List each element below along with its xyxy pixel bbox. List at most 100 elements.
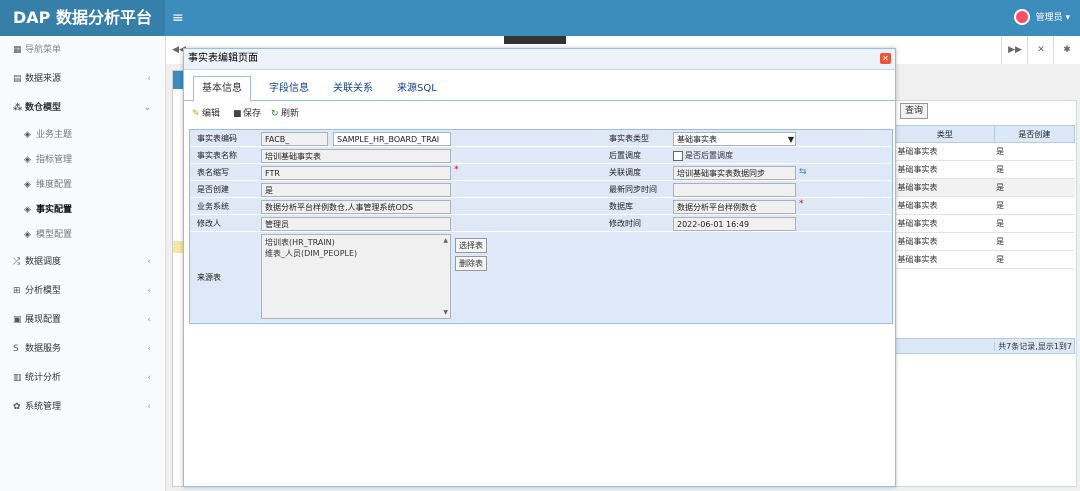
chevron-icon: ‹ (147, 74, 151, 84)
sitemap-icon: ⊞ (13, 286, 21, 296)
table-row[interactable]: 基础事实表是 (895, 142, 1075, 161)
layout-icon: ▣ (13, 315, 22, 325)
source-tables-list[interactable]: 培训表(HR_TRAIN) 维表_人员(DIM_PEOPLE) ▲ ▼ (261, 234, 451, 319)
background-grid: 类型 是否创建 基础事实表是 基础事实表是 基础事实表是 基础事实表是 基础事实… (895, 125, 1076, 269)
grid-header-created[interactable]: 是否创建 (993, 125, 1076, 143)
user-menu[interactable]: 管理员 ▾ (1013, 0, 1070, 36)
table-row[interactable]: 基础事实表是 (895, 160, 1075, 179)
name-label: 事实表名称 (197, 151, 237, 160)
chevron-icon: ‹ (147, 373, 151, 383)
database-icon: ▤ (13, 74, 22, 84)
basic-info-form: 事实表编码 事实表名称 表名缩写 是否创建 业务系统 修改人 来源表 FACB_… (189, 129, 893, 324)
sidebar-subitem-models[interactable]: ◈ 模型配置 (0, 223, 165, 248)
created-field[interactable]: 是 (261, 183, 451, 197)
modify-time-field[interactable]: 2022-06-01 16:49 (673, 217, 796, 231)
dialog-title-bar: 事实表编辑页面 ✕ (184, 49, 895, 70)
sidebar-item-analysis-model[interactable]: ⊞ 分析模型 ‹ (0, 277, 165, 306)
gear-icon: ✿ (13, 402, 21, 412)
list-item[interactable]: 培训表(HR_TRAIN) (265, 237, 447, 248)
system-field[interactable]: 数据分析平台样例数仓,人事管理系统ODS (261, 200, 451, 214)
sidebar-item-system-admin[interactable]: ✿ 系统管理 ‹ (0, 393, 165, 422)
edit-button[interactable]: ✎ 编辑 (192, 105, 220, 123)
refresh-icon: ↻ (271, 109, 279, 119)
created-label: 是否创建 (197, 185, 229, 194)
sidebar-item-datasource[interactable]: ▤ 数据来源 ‹ (0, 65, 165, 94)
modifier-label: 修改人 (197, 219, 221, 228)
system-label: 业务系统 (197, 202, 229, 211)
share-icon: ⁂ (13, 103, 23, 113)
nav-menu-title: ▦ 导航菜单 (0, 36, 165, 65)
grid-paging-info: 共7条记录,显示1到7 (895, 338, 1075, 354)
refresh-button[interactable]: ↻ 刷新 (271, 105, 299, 123)
sidebar-item-warehouse-model[interactable]: ⁂ 数仓模型 ⌄ (0, 94, 165, 123)
sidebar-subitem-business-theme[interactable]: ◈ 业务主题 (0, 123, 165, 148)
sidebar-item-data-service[interactable]: S 数据服务 ‹ (0, 335, 165, 364)
source-label: 来源表 (197, 273, 221, 282)
chevron-icon: ‹ (147, 286, 151, 296)
fact-table-edit-dialog: 事实表编辑页面 ✕ 基本信息 字段信息 关联关系 来源SQL ✎ 编辑 ■保存 ↻… (183, 48, 896, 487)
required-marker: * (454, 165, 459, 175)
related-schedule-field[interactable]: 培训基础事实表数据同步 (673, 166, 796, 180)
chevron-icon: ‹ (147, 315, 151, 325)
code-field[interactable]: SAMPLE_HR_BOARD_TRAI (333, 132, 451, 146)
sidebar-item-statistics[interactable]: ▥ 统计分析 ‹ (0, 364, 165, 393)
scroll-up-icon[interactable]: ▲ (443, 237, 448, 244)
app-logo: DAP 数据分析平台 (0, 0, 165, 36)
scroll-down-icon[interactable]: ▼ (443, 309, 448, 316)
dialog-title: 事实表编辑页面 (188, 53, 258, 64)
tab-basic-info[interactable]: 基本信息 (193, 76, 251, 102)
name-field[interactable]: 培训基础事实表 (261, 149, 451, 163)
fullscreen-icon[interactable]: ✕ (1027, 36, 1054, 64)
link-icon[interactable]: ⇆ (799, 167, 807, 177)
tab-source-sql[interactable]: 来源SQL (389, 77, 445, 100)
save-icon: ■ (233, 109, 242, 119)
bar-chart-icon: ▥ (13, 373, 22, 383)
scroll-right-icon[interactable]: ▶▶ (1001, 36, 1028, 64)
grid-icon: ▦ (13, 45, 22, 55)
select-table-button[interactable]: 选择表 (455, 238, 487, 253)
table-row[interactable]: 基础事实表是 (895, 196, 1075, 215)
tag-icon: ◈ (24, 130, 31, 140)
dialog-tabs: 基本信息 字段信息 关联关系 来源SQL (184, 70, 895, 102)
sidebar-subitem-facts[interactable]: ◈ 事实配置 (0, 198, 165, 223)
shuffle-icon: ⤮ (13, 257, 21, 267)
table-row[interactable]: 基础事实表是 (895, 214, 1075, 233)
table-row[interactable]: 基础事实表是 (895, 232, 1075, 251)
code-label: 事实表编码 (197, 134, 237, 143)
modifier-field[interactable]: 管理员 (261, 217, 451, 231)
sidebar-item-display-config[interactable]: ▣ 展现配置 ‹ (0, 306, 165, 335)
required-marker: * (799, 199, 804, 209)
sidebar-item-scheduling[interactable]: ⤮ 数据调度 ‹ (0, 248, 165, 277)
active-page-tab[interactable] (504, 36, 566, 44)
tab-field-info[interactable]: 字段信息 (261, 77, 317, 100)
table-row[interactable]: 基础事实表是 (895, 178, 1075, 197)
grid-header-type[interactable]: 类型 (895, 125, 995, 143)
chevron-icon: ‹ (147, 402, 151, 412)
list-item[interactable]: 维表_人员(DIM_PEOPLE) (265, 248, 447, 259)
sidebar-subitem-metrics[interactable]: ◈ 指标管理 (0, 148, 165, 173)
tab-options-icon[interactable]: ✱ (1053, 36, 1080, 64)
sidebar-subitem-dimensions[interactable]: ◈ 维度配置 (0, 173, 165, 198)
related-schedule-label: 关联调度 (609, 168, 641, 177)
tag-icon: ◈ (24, 230, 31, 240)
type-select[interactable]: 基础事实表 ▼ (673, 132, 796, 146)
code-prefix-field[interactable]: FACB_ (261, 132, 328, 146)
save-button[interactable]: ■保存 (233, 105, 261, 123)
table-row[interactable]: 基础事实表是 (895, 250, 1075, 269)
database-field[interactable]: 数据分析平台样例数仓 (673, 200, 796, 214)
database-label: 数据库 (609, 202, 633, 211)
abbr-field[interactable]: FTR (261, 166, 451, 180)
last-sync-field[interactable] (673, 183, 796, 197)
post-schedule-checkbox[interactable]: 是否后置调度 (673, 149, 733, 163)
tag-icon: ◈ (24, 155, 31, 165)
tab-relations[interactable]: 关联关系 (325, 77, 381, 100)
user-avatar-icon (1013, 8, 1030, 25)
tag-icon: ◈ (24, 205, 31, 215)
close-icon[interactable]: ✕ (880, 53, 891, 64)
remove-table-button[interactable]: 删除表 (455, 256, 487, 271)
menu-toggle-icon[interactable]: ≡ (172, 0, 184, 36)
user-name: 管理员 ▾ (1035, 13, 1070, 23)
type-label: 事实表类型 (609, 134, 649, 143)
chevron-down-icon: ▼ (787, 135, 794, 144)
query-button[interactable]: 查询 (900, 103, 929, 119)
